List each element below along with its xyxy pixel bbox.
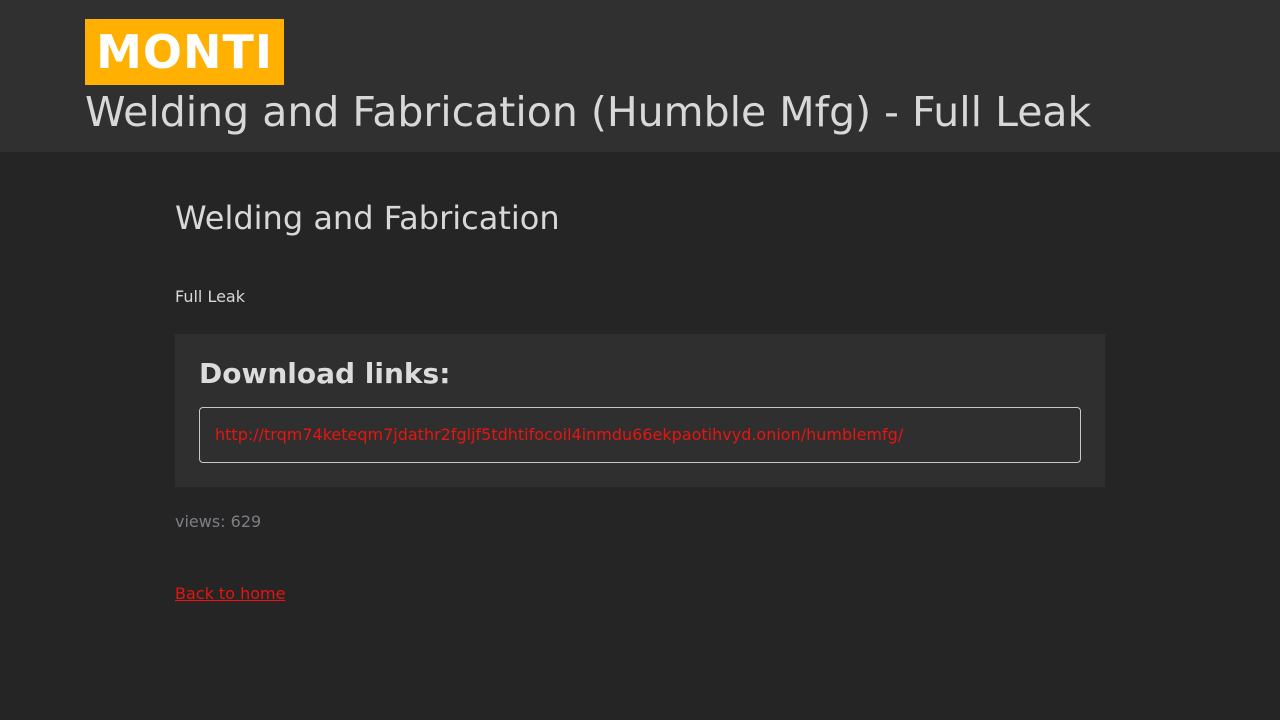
post-description: Full Leak xyxy=(175,287,245,306)
site-logo[interactable]: MONTI xyxy=(85,19,284,85)
views-count: views: 629 xyxy=(175,512,262,531)
download-link-box: http://trqm74keteqm7jdathr2fgljf5tdhtifo… xyxy=(199,407,1081,463)
site-header: MONTI Welding and Fabrication (Humble Mf… xyxy=(0,0,1280,152)
download-link[interactable]: http://trqm74keteqm7jdathr2fgljf5tdhtifo… xyxy=(215,425,903,445)
post-title: Welding and Fabrication xyxy=(175,199,560,237)
page-header-title: Welding and Fabrication (Humble Mfg) - F… xyxy=(85,88,1092,136)
back-to-home-link[interactable]: Back to home xyxy=(175,584,285,604)
download-links-panel: Download links: http://trqm74keteqm7jdat… xyxy=(175,334,1105,487)
download-links-heading: Download links: xyxy=(199,357,451,390)
